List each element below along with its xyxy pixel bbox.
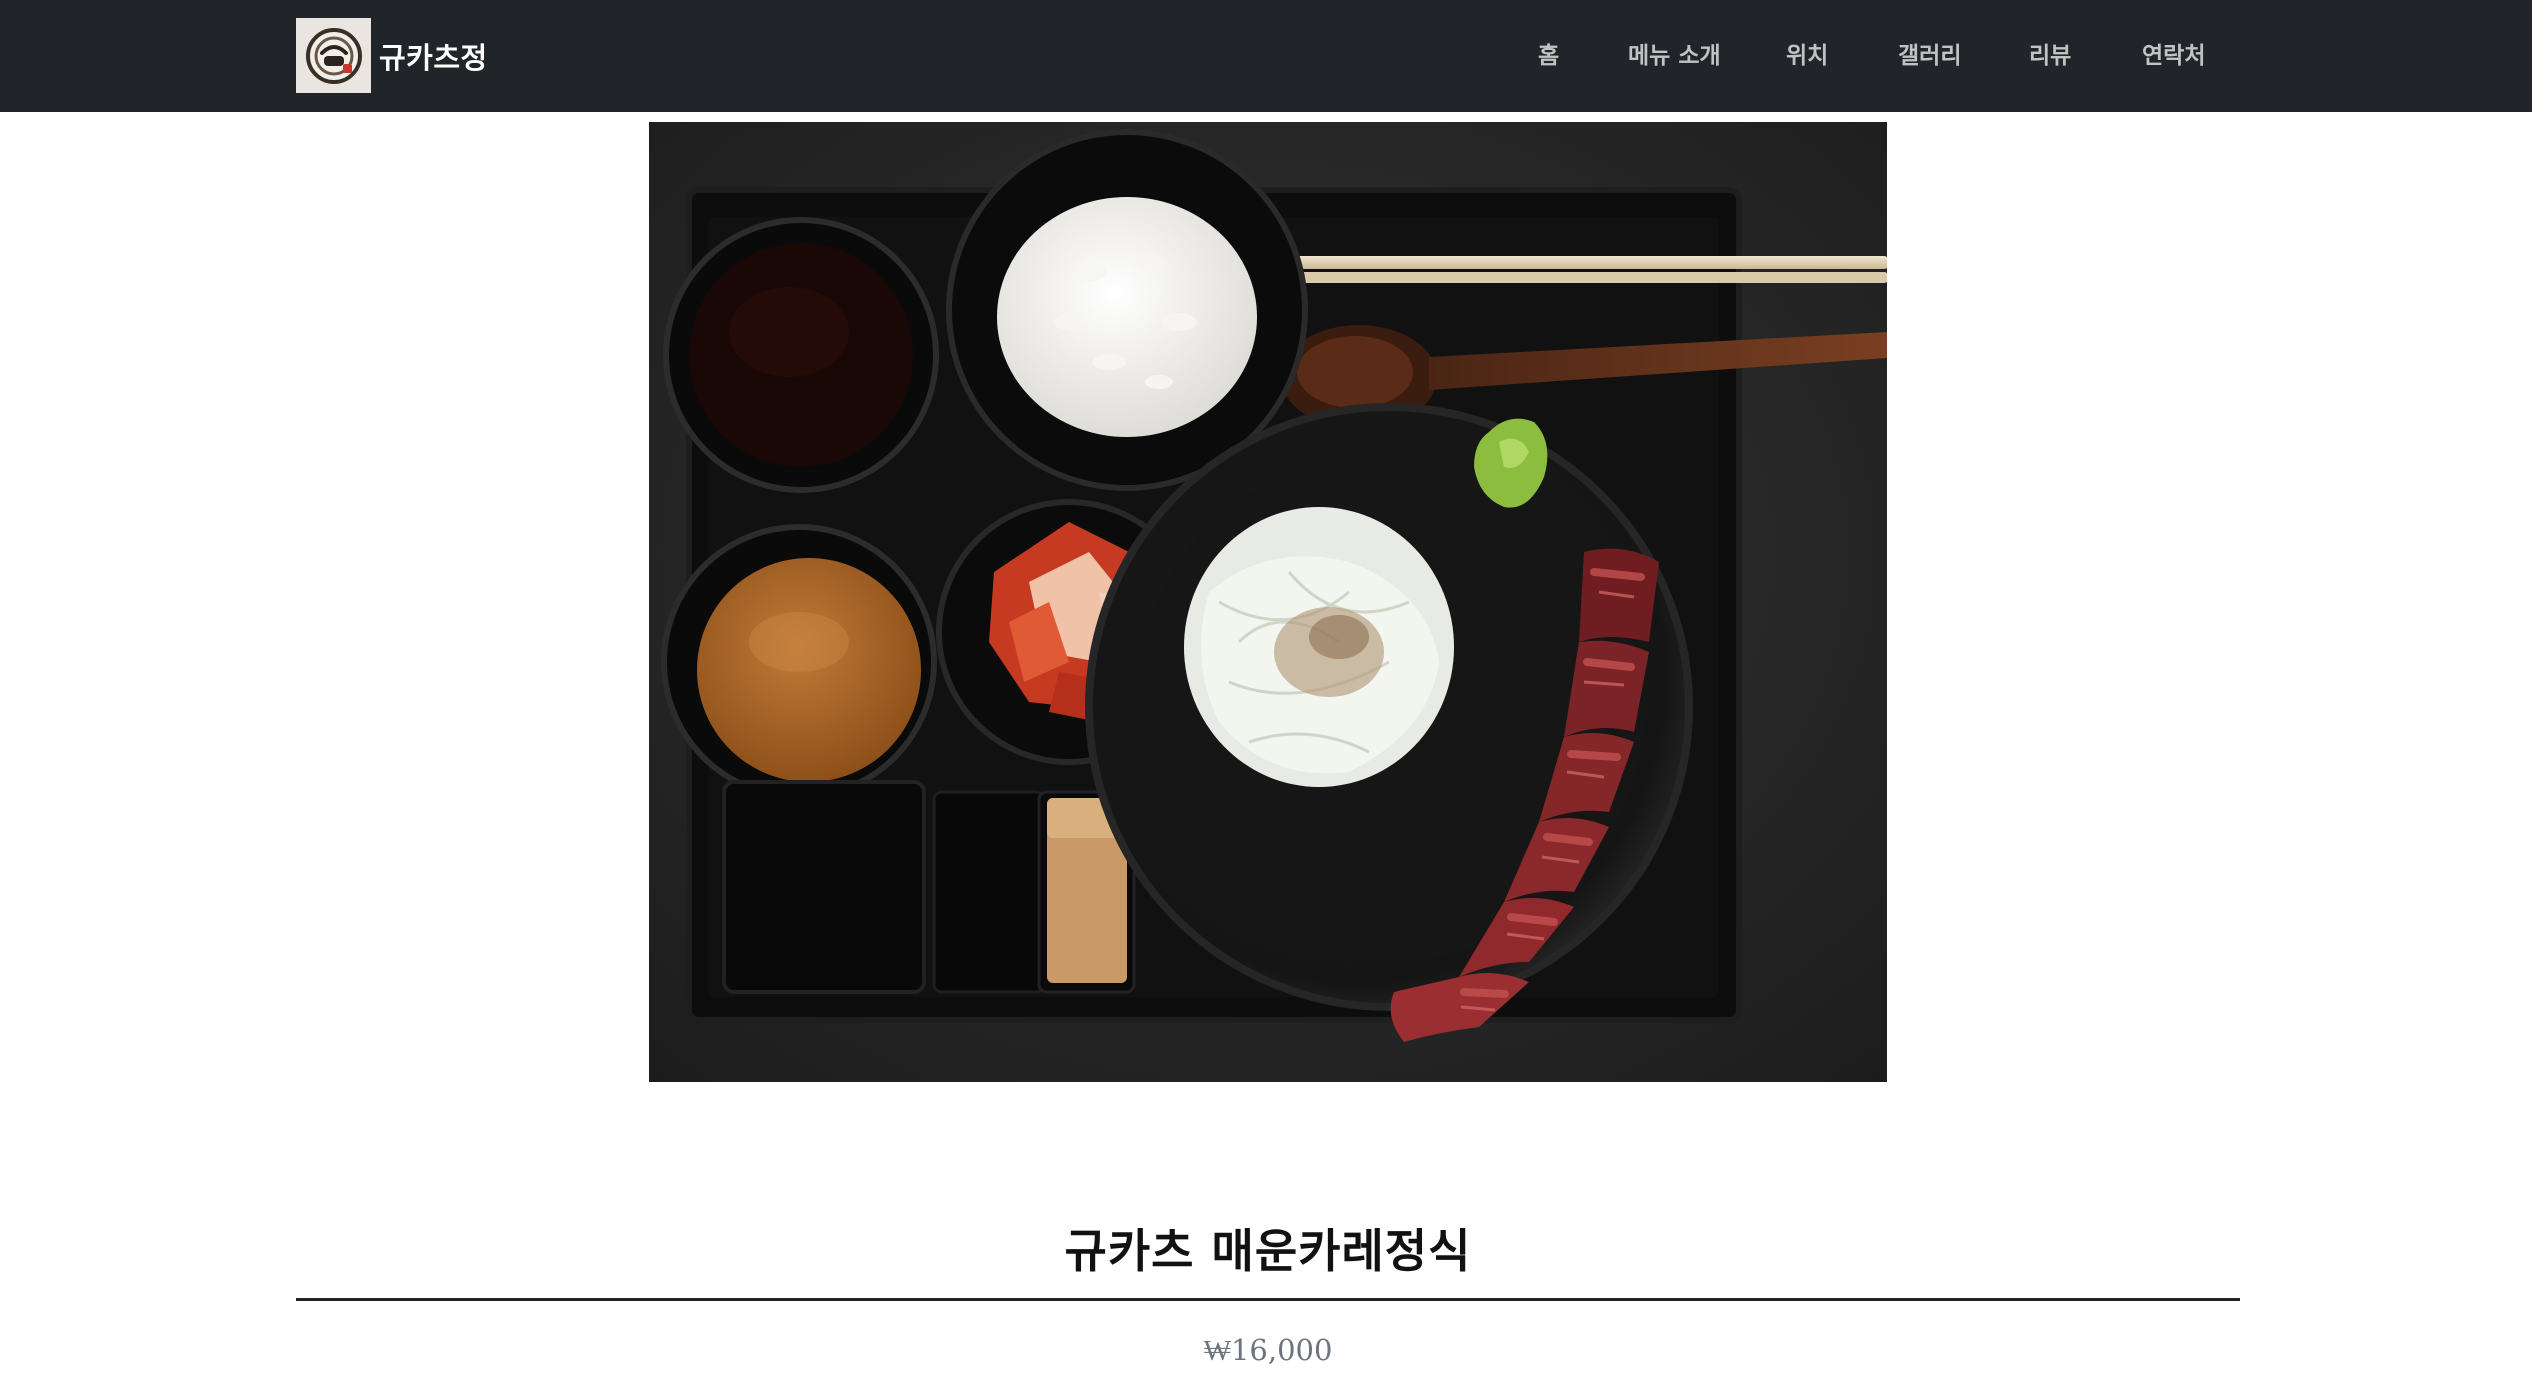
- menu-item-price: ₩16,000: [1203, 1333, 1333, 1367]
- nav-reviews[interactable]: 리뷰: [2029, 36, 2071, 70]
- nav-home[interactable]: 홈: [1538, 36, 1559, 70]
- navbar: 규카츠정 홈 메뉴 소개 위치 갤러리 리뷰 연락처: [0, 0, 2532, 112]
- nav-menu-intro[interactable]: 메뉴 소개: [1628, 36, 1721, 70]
- nav-gallery[interactable]: 갤러리: [1898, 36, 1961, 70]
- title-divider: [296, 1298, 2240, 1301]
- brand-name: 규카츠정: [379, 40, 488, 75]
- main-nav: 홈 메뉴 소개 위치 갤러리 리뷰 연락처: [1500, 0, 2240, 112]
- menu-item-title: 규카츠 매운카레정식: [1064, 1224, 1472, 1278]
- menu-item-photo: [649, 122, 1887, 1082]
- nav-contact[interactable]: 연락처: [2142, 36, 2205, 70]
- restaurant-logo-icon: [296, 18, 371, 93]
- brand-link[interactable]: 규카츠정: [296, 18, 488, 93]
- nav-location[interactable]: 위치: [1786, 36, 1828, 70]
